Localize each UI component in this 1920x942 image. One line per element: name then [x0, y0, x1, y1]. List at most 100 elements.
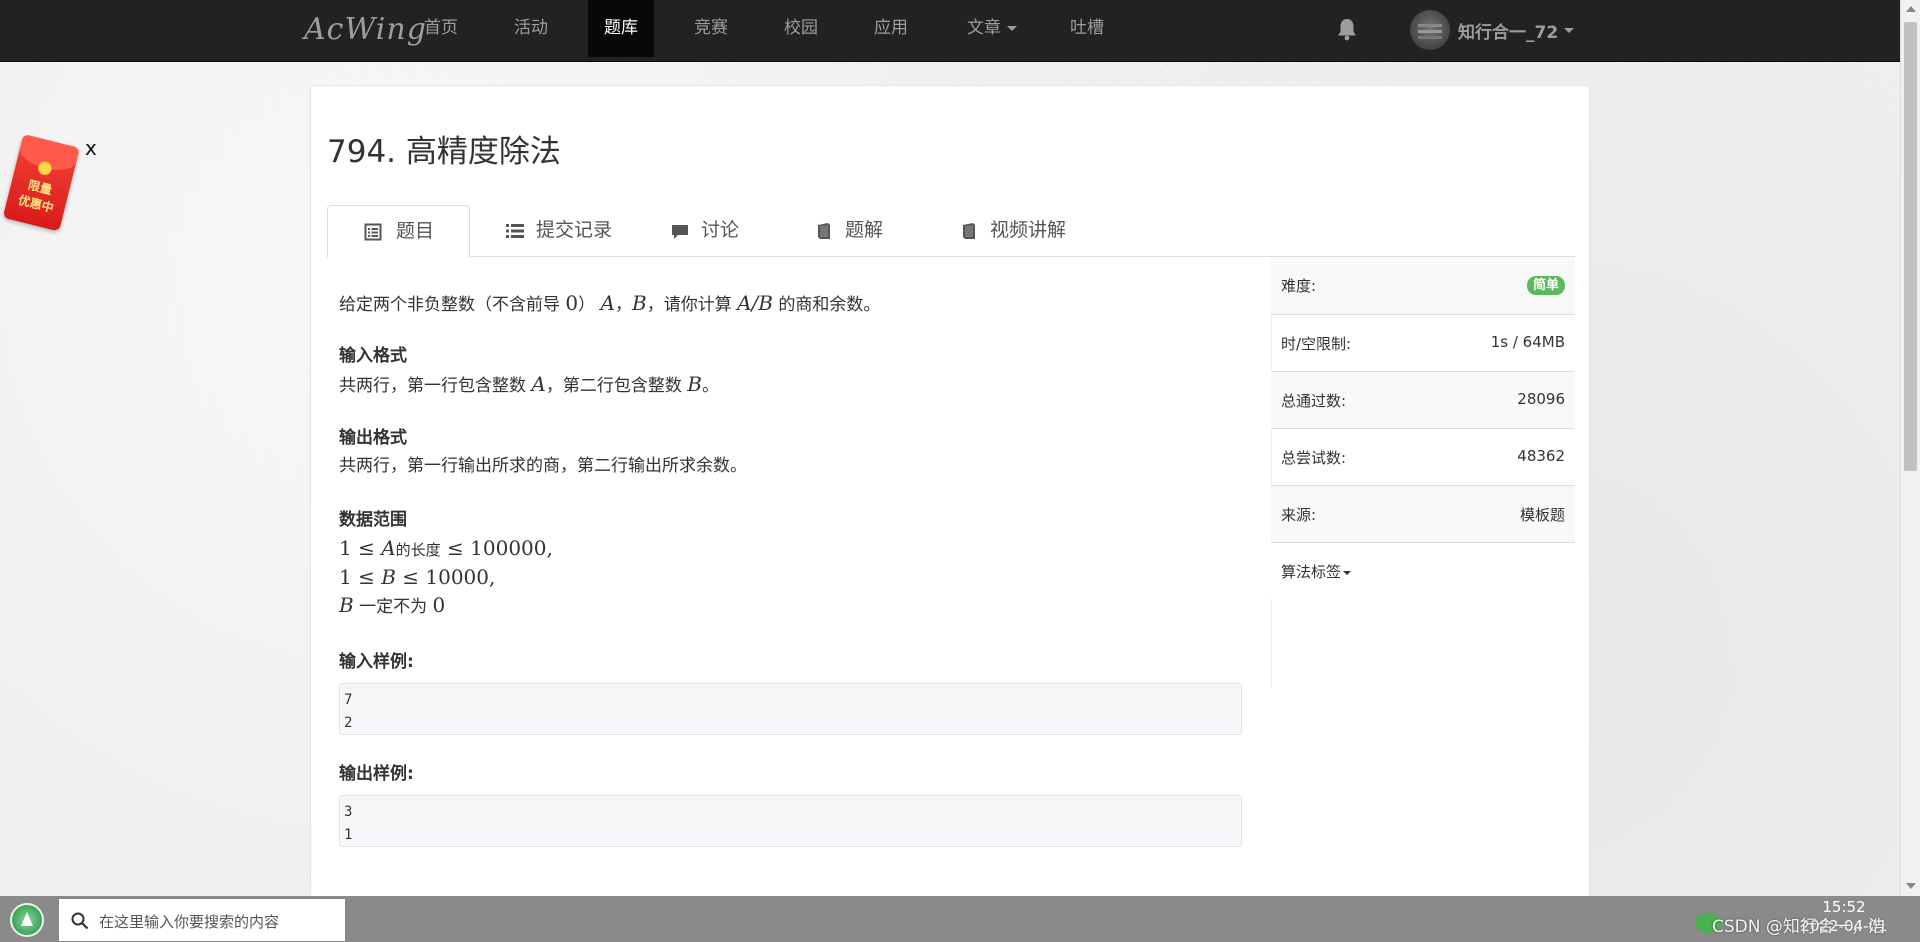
ad-close-button[interactable]: x: [85, 136, 97, 160]
desc-text-3: ，请你计算: [646, 295, 738, 315]
range3-mid: 一定不为: [353, 597, 433, 617]
input-text-2: ，第二行包含整数: [545, 376, 688, 396]
limits-label: 时/空限制:: [1281, 335, 1352, 353]
tab-description-label: 题目: [396, 220, 435, 242]
desc-var-a: A: [600, 291, 615, 315]
sample-output-block[interactable]: 3 1: [339, 795, 1242, 847]
nav-item-articles[interactable]: 文章: [952, 0, 1032, 57]
red-envelope-ad[interactable]: 限量 优惠中: [2, 134, 82, 234]
list-icon: [506, 224, 524, 238]
nav-item-activities[interactable]: 活动: [496, 0, 566, 57]
sample-input-heading: 输入样例:: [339, 652, 414, 672]
algorithm-tags-toggle[interactable]: 算法标签: [1281, 561, 1352, 582]
passed-value: 28096: [1517, 390, 1565, 408]
desc-var-b: B: [632, 291, 647, 315]
range3-var: B: [339, 593, 354, 617]
output-format-text: 共两行，第一行输出所求的商，第二行输出所求余数。: [339, 456, 747, 476]
desc-a-div-b: A/B: [737, 291, 773, 315]
source-label: 来源:: [1281, 506, 1317, 524]
nav-item-feedback[interactable]: 吐槽: [1052, 0, 1122, 57]
desc-text-2: ）: [578, 295, 596, 315]
book-icon: [963, 223, 975, 239]
difficulty-row: 难度: 简单: [1271, 257, 1575, 314]
input-var-b: B: [687, 372, 702, 396]
data-range-line-2: 1 ≤ B ≤ 10000,: [339, 563, 495, 593]
nav-item-apps[interactable]: 应用: [856, 0, 926, 57]
problem-tabs: 题目 提交记录 讨论 题解 视频讲解: [327, 205, 1575, 258]
sample-input-line-1: 7: [344, 692, 353, 708]
nav-item-articles-label: 文章: [967, 18, 1001, 38]
nav-item-contests[interactable]: 竞赛: [676, 0, 746, 57]
range1-var: A: [381, 536, 396, 560]
tab-discussion[interactable]: 讨论: [655, 205, 739, 257]
sample-input-block[interactable]: 7 2: [339, 683, 1242, 735]
input-text-1: 共两行，第一行包含整数: [339, 376, 532, 396]
nav-item-problems[interactable]: 题库: [588, 0, 654, 57]
list-alt-icon: [364, 223, 382, 241]
data-range-line-3: B 一定不为 0: [339, 591, 445, 621]
chevron-down-icon: [1007, 25, 1017, 31]
input-var-a: A: [531, 372, 546, 396]
desc-zero: 0: [565, 291, 579, 315]
input-format-heading: 输入格式: [339, 346, 407, 366]
tab-solutions[interactable]: 题解: [799, 205, 883, 257]
problem-panel: 794. 高精度除法 题目 提交记录 讨论 题解 视频讲解 给定两个非负整数（不…: [310, 85, 1590, 905]
scroll-up-icon[interactable]: [1906, 6, 1916, 12]
passed-row: 总通过数: 28096: [1271, 371, 1575, 428]
limits-row: 时/空限制: 1s / 64MB: [1271, 314, 1575, 371]
input-text-3: 。: [701, 376, 719, 396]
data-range-heading: 数据范围: [339, 510, 407, 530]
data-range-line-1: 1 ≤ A的长度 ≤ 100000,: [339, 534, 553, 564]
output-format-heading: 输出格式: [339, 428, 407, 448]
page-title: 794. 高精度除法: [327, 134, 561, 170]
nav-item-campus[interactable]: 校园: [766, 0, 836, 57]
tab-description[interactable]: 题目: [327, 205, 470, 258]
attempts-label: 总尝试数:: [1281, 449, 1347, 467]
sample-output-line-2: 1: [344, 827, 353, 843]
sample-output-heading: 输出样例:: [339, 764, 414, 784]
tags-label: 算法标签: [1281, 563, 1342, 581]
tab-solutions-label: 题解: [845, 219, 884, 241]
range3-post: 0: [432, 593, 446, 617]
scroll-down-icon[interactable]: [1906, 883, 1916, 889]
bell-icon[interactable]: [1336, 17, 1358, 41]
book-icon: [818, 223, 830, 239]
search-icon: [71, 912, 89, 930]
tab-submissions-label: 提交记录: [536, 219, 613, 241]
tab-submissions[interactable]: 提交记录: [490, 205, 612, 257]
chevron-down-icon: [1564, 27, 1575, 33]
tags-row: 算法标签: [1271, 542, 1575, 599]
user-menu[interactable]: 知行合一_72: [1410, 10, 1575, 50]
range1-pre: 1 ≤: [339, 536, 382, 560]
csdn-watermark: CSDN @知行合一，浩: [1712, 917, 1885, 937]
nav-item-home[interactable]: 首页: [406, 0, 476, 57]
username: 知行合一_72: [1458, 22, 1559, 43]
source-value: 模板题: [1519, 506, 1565, 524]
difficulty-badge: 简单: [1526, 276, 1565, 295]
sample-output-line-1: 3: [344, 804, 353, 820]
page-scrollbar[interactable]: [1900, 0, 1920, 896]
start-button[interactable]: [10, 903, 44, 937]
tab-video[interactable]: 视频讲解: [944, 205, 1066, 257]
difficulty-label: 难度:: [1281, 277, 1317, 295]
taskbar-search-placeholder: 在这里输入你要搜索的内容: [99, 913, 280, 931]
avatar: [1410, 10, 1450, 50]
range2-var: B: [381, 565, 396, 589]
desc-text-4: 的商和余数。: [773, 295, 881, 315]
tab-discussion-label: 讨论: [701, 219, 740, 241]
chevron-down-icon: [1343, 570, 1352, 575]
sample-input-line-2: 2: [344, 715, 353, 731]
passed-label: 总通过数:: [1281, 392, 1347, 410]
range1-mid: 的长度: [395, 541, 441, 559]
os-taskbar: 在这里输入你要搜索的内容: [0, 896, 1920, 942]
source-row: 来源: 模板题: [1271, 485, 1575, 542]
range2-post: ≤ 10000,: [395, 565, 496, 589]
limits-value: 1s / 64MB: [1490, 333, 1565, 351]
taskbar-search[interactable]: 在这里输入你要搜索的内容: [58, 898, 346, 942]
attempts-value: 48362: [1517, 447, 1565, 465]
top-navbar: AcWing 首页 活动 题库 竞赛 校园 应用 文章 吐槽 知行合一_72: [0, 0, 1900, 62]
scrollbar-thumb[interactable]: [1904, 22, 1917, 471]
problem-description: 给定两个非负整数（不含前导 0） A，B，请你计算 A/B 的商和余数。: [339, 289, 880, 319]
tab-video-label: 视频讲解: [990, 219, 1067, 241]
desc-text-1: 给定两个非负整数（不含前导: [339, 295, 566, 315]
